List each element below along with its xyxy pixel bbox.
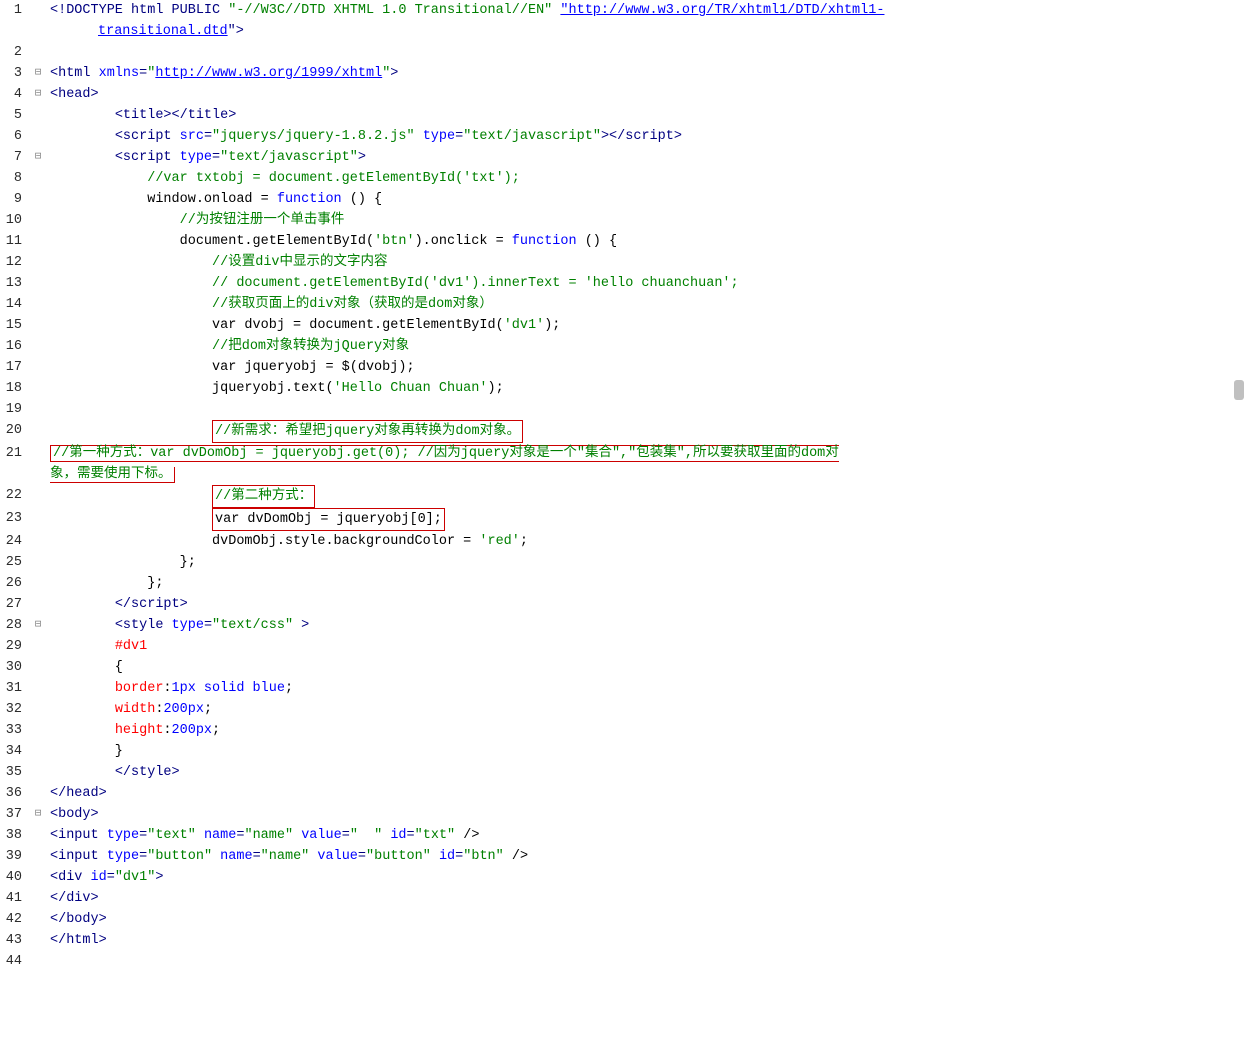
code-line-15: 15 var dvobj = document.getElementById('…	[0, 315, 1244, 336]
code-line-36: 36 </head>	[0, 783, 1244, 804]
code-line-14: 14 //获取页面上的div对象（获取的是dom对象）	[0, 294, 1244, 315]
line-num-1: 1	[0, 0, 30, 21]
code-line-1: 1 <!DOCTYPE html PUBLIC "-//W3C//DTD XHT…	[0, 0, 1244, 21]
code-line-1b: 1 transitional.dtd">	[0, 21, 1244, 42]
code-line-43: 43 </html>	[0, 930, 1244, 951]
code-line-29: 29 #dv1	[0, 636, 1244, 657]
code-line-32: 32 width:200px;	[0, 699, 1244, 720]
code-line-40: 40 <div id="dv1">	[0, 867, 1244, 888]
code-line-6: 6 <script src="jquerys/jquery-1.8.2.js" …	[0, 126, 1244, 147]
code-line-21b: 21 象，需要使用下标。	[0, 464, 1244, 485]
code-line-37: 37 ⊟ <body>	[0, 804, 1244, 825]
code-line-44: 44	[0, 951, 1244, 972]
line-content-1: <!DOCTYPE html PUBLIC "-//W3C//DTD XHTML…	[46, 0, 1244, 21]
code-line-12: 12 //设置div中显示的文字内容	[0, 252, 1244, 273]
code-line-18: 18 jqueryobj.text('Hello Chuan Chuan');	[0, 378, 1244, 399]
code-line-17: 17 var jqueryobj = $(dvobj);	[0, 357, 1244, 378]
code-line-20: 20 //新需求：希望把jquery对象再转换为dom对象。	[0, 420, 1244, 443]
code-line-10: 10 //为按钮注册一个单击事件	[0, 210, 1244, 231]
code-line-24: 24 dvDomObj.style.backgroundColor = 'red…	[0, 531, 1244, 552]
code-line-38: 38 <input type="text" name="name" value=…	[0, 825, 1244, 846]
code-line-26: 26 };	[0, 573, 1244, 594]
code-line-35: 35 </style>	[0, 762, 1244, 783]
code-line-21: 21 //第一种方式：var dvDomObj = jqueryobj.get(…	[0, 443, 1244, 464]
code-line-4: 4 ⊟ <head>	[0, 84, 1244, 105]
code-line-2: 2	[0, 42, 1244, 63]
code-line-34: 34 }	[0, 741, 1244, 762]
code-line-42: 42 </body>	[0, 909, 1244, 930]
code-line-22: 22 //第二种方式：	[0, 485, 1244, 508]
code-line-27: 27 </script>	[0, 594, 1244, 615]
code-line-3: 3 ⊟ <html xmlns="http://www.w3.org/1999/…	[0, 63, 1244, 84]
code-line-7: 7 ⊟ <script type="text/javascript">	[0, 147, 1244, 168]
vertical-scrollbar[interactable]	[1234, 380, 1244, 400]
code-line-16: 16 //把dom对象转换为jQuery对象	[0, 336, 1244, 357]
code-line-41: 41 </div>	[0, 888, 1244, 909]
code-line-30: 30 {	[0, 657, 1244, 678]
code-line-25: 25 };	[0, 552, 1244, 573]
code-line-9: 9 window.onload = function () {	[0, 189, 1244, 210]
code-line-13: 13 // document.getElementById('dv1').inn…	[0, 273, 1244, 294]
code-line-23: 23 var dvDomObj = jqueryobj[0];	[0, 508, 1244, 531]
code-line-39: 39 <input type="button" name="name" valu…	[0, 846, 1244, 867]
code-line-19: 19	[0, 399, 1244, 420]
code-line-11: 11 document.getElementById('btn').onclic…	[0, 231, 1244, 252]
code-line-5: 5 <title></title>	[0, 105, 1244, 126]
code-editor: 1 <!DOCTYPE html PUBLIC "-//W3C//DTD XHT…	[0, 0, 1244, 1060]
code-line-31: 31 border:1px solid blue;	[0, 678, 1244, 699]
code-line-28: 28 ⊟ <style type="text/css" >	[0, 615, 1244, 636]
code-line-8: 8 //var txtobj = document.getElementById…	[0, 168, 1244, 189]
code-line-33: 33 height:200px;	[0, 720, 1244, 741]
